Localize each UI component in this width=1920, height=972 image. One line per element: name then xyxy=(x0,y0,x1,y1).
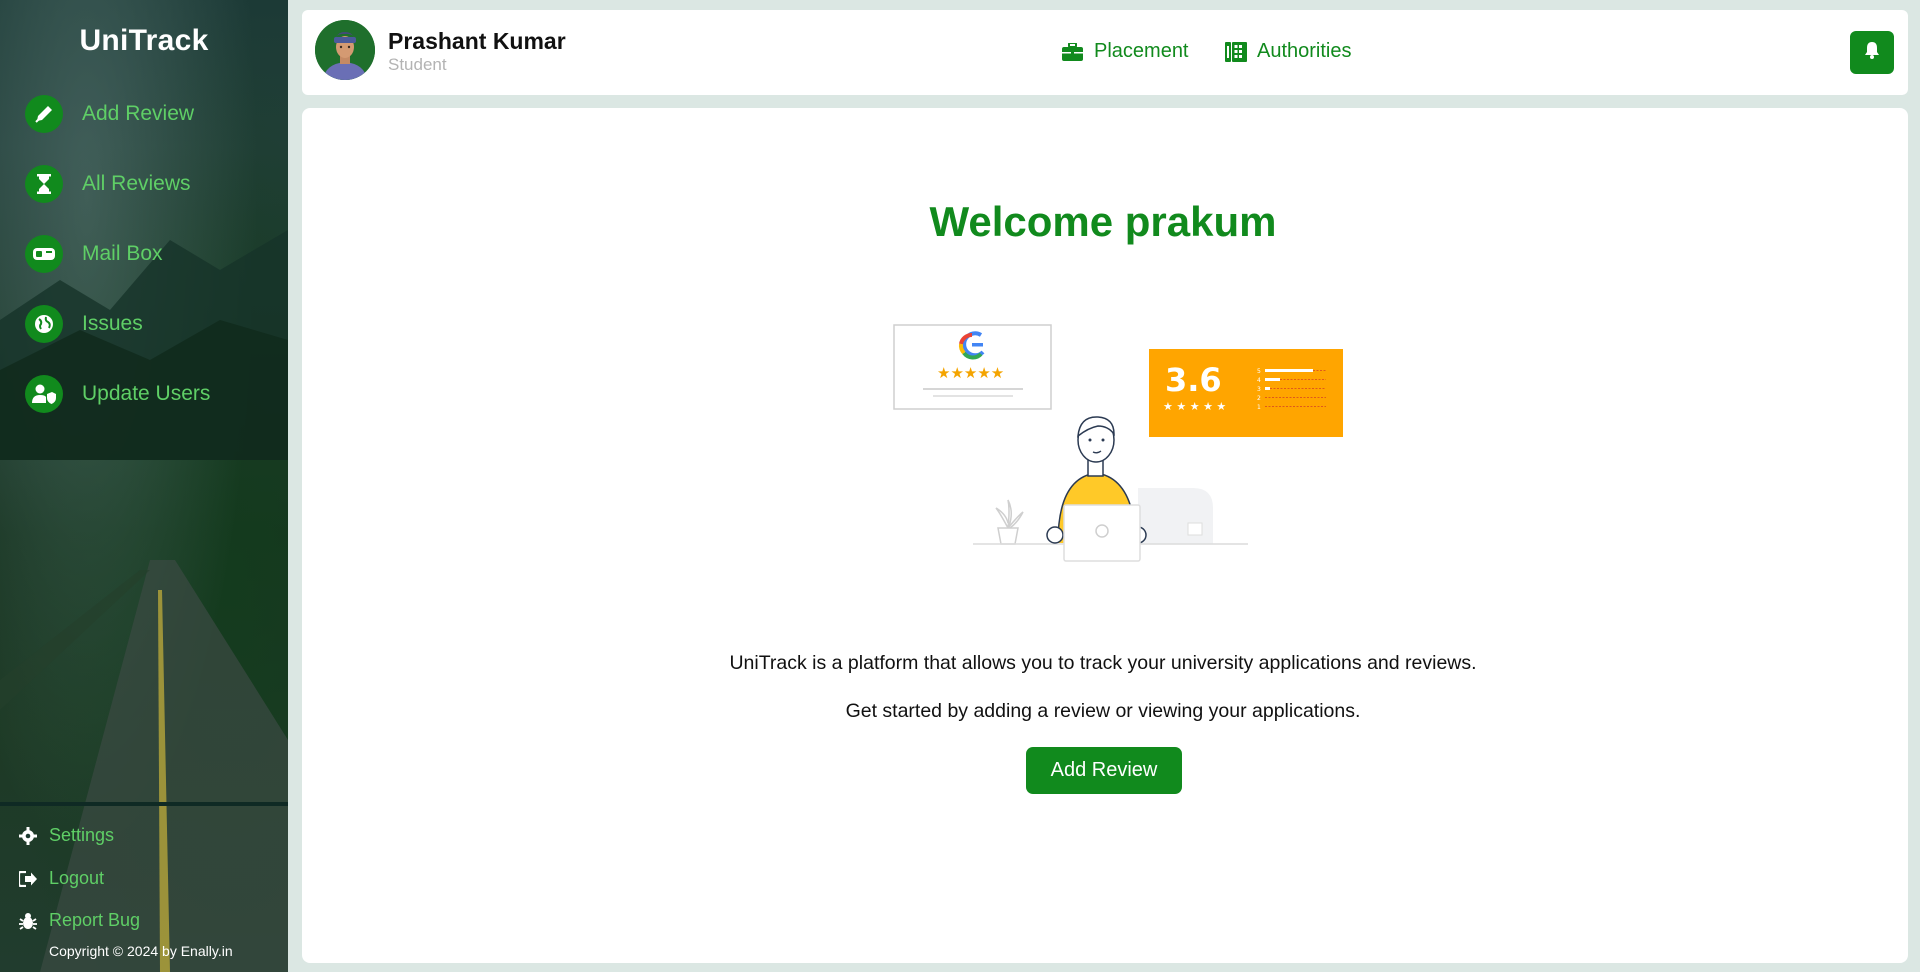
rating-level-4: 4 xyxy=(1257,377,1261,384)
user-role: Student xyxy=(388,55,447,74)
gear-icon xyxy=(18,826,38,846)
rating-value: 3.6 xyxy=(1165,361,1222,399)
main-content: Welcome prakum ★★★★★ 3.6 ★ ★ ★ ★ ★ 5 4 3… xyxy=(302,108,1908,963)
description-line-2: Get started by adding a review or viewin… xyxy=(845,700,1361,722)
sidebar-item-mail-box[interactable]: Mail Box xyxy=(25,235,163,273)
authorities-label: Authorities xyxy=(1257,40,1352,62)
logout-link[interactable]: Logout xyxy=(18,868,104,889)
sidebar: UniTrack Add Review All Reviews Mail Box… xyxy=(0,0,288,972)
sidebar-item-add-review[interactable]: Add Review xyxy=(25,95,194,133)
settings-link[interactable]: Settings xyxy=(18,825,114,846)
sidebar-item-label: Issues xyxy=(82,312,143,335)
review-illustration: ★★★★★ 3.6 ★ ★ ★ ★ ★ 5 4 3 2 1 xyxy=(893,324,1343,562)
user-shield-icon xyxy=(25,375,63,413)
bell-icon xyxy=(1864,41,1880,64)
briefcase-icon xyxy=(1062,42,1084,62)
sidebar-item-issues[interactable]: Issues xyxy=(25,305,143,343)
placement-label: Placement xyxy=(1094,40,1189,62)
svg-text:★★★★★: ★★★★★ xyxy=(937,364,1004,382)
address-book-icon xyxy=(1225,41,1247,62)
bug-icon xyxy=(18,911,38,931)
top-header: Prashant Kumar Student Placement Authori… xyxy=(302,10,1908,95)
rating-card: 3.6 ★ ★ ★ ★ ★ 5 4 3 2 1 xyxy=(1149,349,1343,437)
avatar[interactable] xyxy=(315,20,375,80)
logout-icon xyxy=(18,869,38,889)
sidebar-item-label: Mail Box xyxy=(82,242,163,265)
authorities-link[interactable]: Authorities xyxy=(1225,40,1352,63)
rating-level-2: 2 xyxy=(1257,395,1261,402)
report-bug-label: Report Bug xyxy=(49,910,141,930)
sidebar-item-label: Update Users xyxy=(82,382,211,405)
sidebar-divider xyxy=(0,802,288,806)
mailbox-icon xyxy=(25,235,63,273)
rating-stars-icon: ★ ★ ★ ★ ★ xyxy=(1163,400,1226,413)
report-bug-link[interactable]: Report Bug xyxy=(18,910,140,931)
brand-title[interactable]: UniTrack xyxy=(0,24,288,58)
add-review-button[interactable]: Add Review xyxy=(1026,747,1182,794)
sidebar-item-update-users[interactable]: Update Users xyxy=(25,375,210,413)
hourglass-icon xyxy=(25,165,63,203)
globe-icon xyxy=(25,305,63,343)
rating-level-1: 1 xyxy=(1257,404,1261,411)
description-line-1: UniTrack is a platform that allows you t… xyxy=(729,652,1477,674)
copyright-text: Copyright © 2024 by Enally.in xyxy=(49,943,233,959)
user-name: Prashant Kumar xyxy=(388,28,566,54)
notification-button[interactable] xyxy=(1850,31,1894,74)
plant-icon xyxy=(995,499,1024,545)
star-rating-icon: ★★★★★ xyxy=(937,364,1004,382)
rating-level-3: 3 xyxy=(1257,386,1261,393)
sidebar-item-all-reviews[interactable]: All Reviews xyxy=(25,165,191,203)
google-review-card: ★★★★★ xyxy=(893,324,1052,410)
settings-label: Settings xyxy=(49,825,115,845)
welcome-heading: Welcome prakum xyxy=(929,198,1277,245)
sidebar-item-label: All Reviews xyxy=(82,172,191,195)
person-illustration xyxy=(1046,416,1147,562)
rating-level-5: 5 xyxy=(1257,368,1261,375)
sidebar-item-label: Add Review xyxy=(82,102,195,125)
pen-icon xyxy=(25,95,63,133)
logout-label: Logout xyxy=(49,868,105,888)
placement-link[interactable]: Placement xyxy=(1062,40,1189,63)
